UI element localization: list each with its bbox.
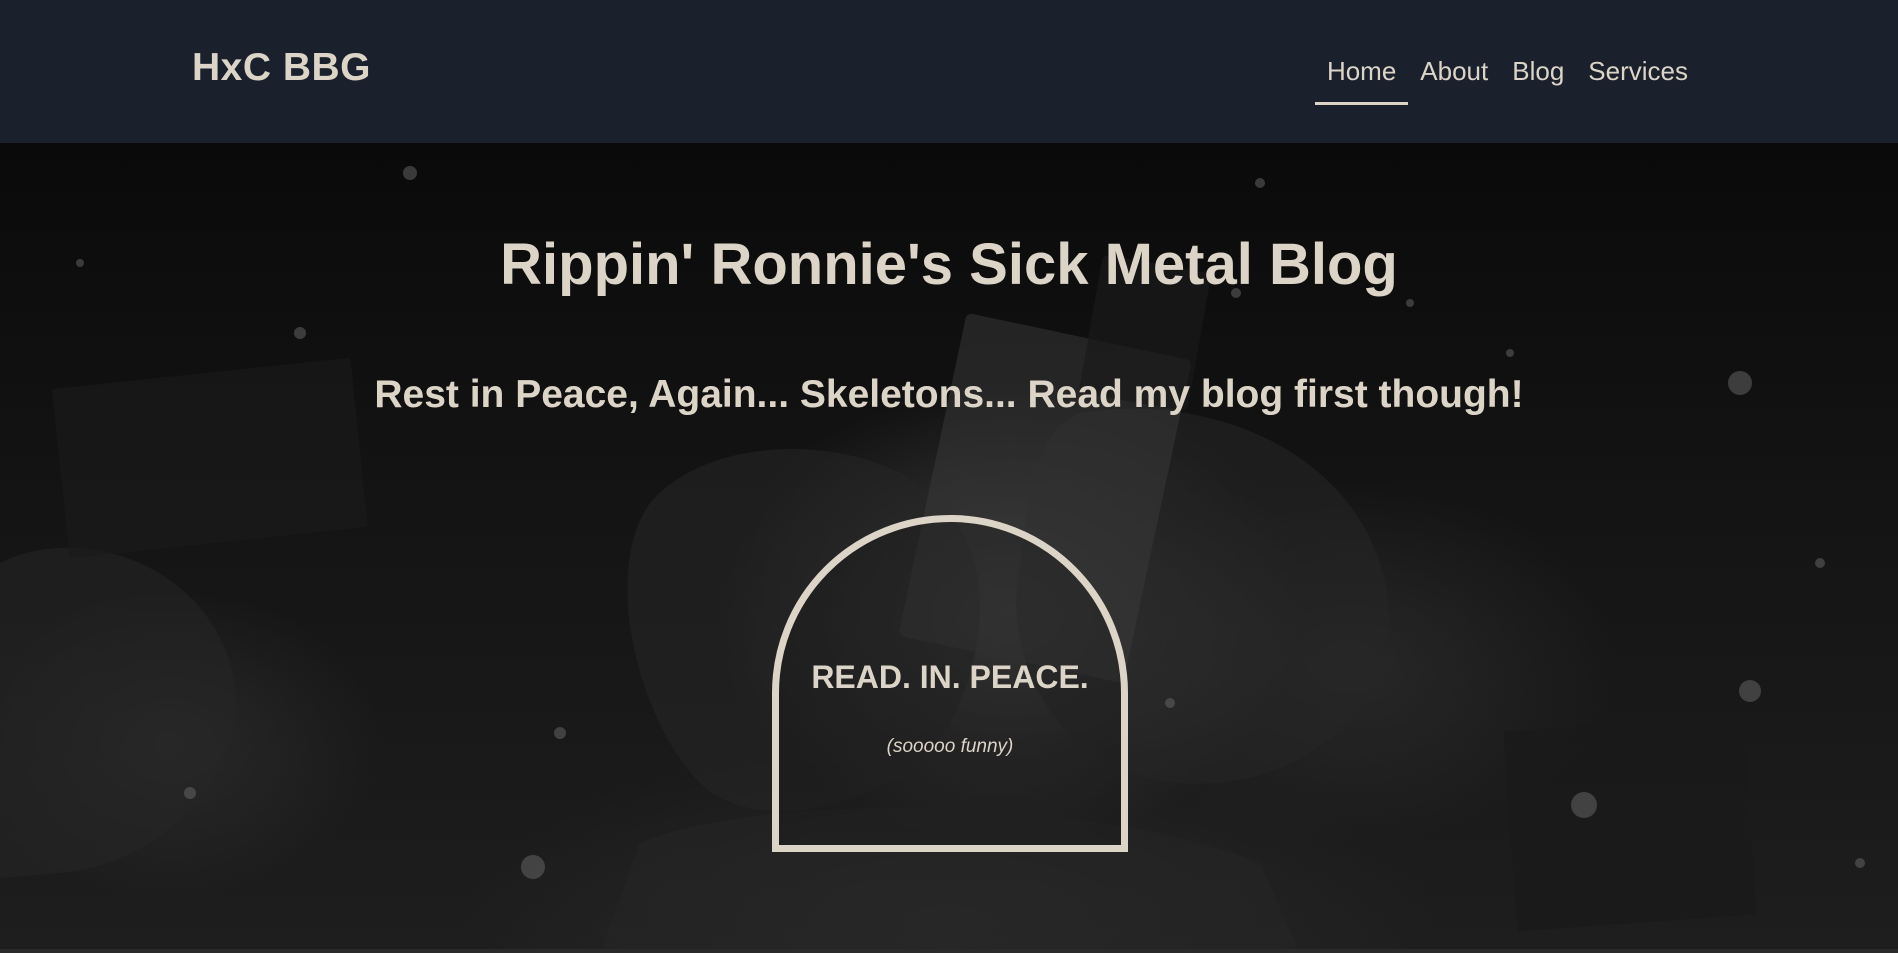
nav-link-about[interactable]: About (1408, 50, 1500, 105)
page-title: Rippin' Ronnie's Sick Metal Blog (500, 232, 1398, 297)
hero-section: Rippin' Ronnie's Sick Metal Blog Rest in… (0, 143, 1898, 953)
nav-link-home[interactable]: Home (1314, 50, 1409, 105)
page-bottom-edge (0, 949, 1898, 953)
tombstone-read-button[interactable]: READ. IN. PEACE. (sooooo funny) (772, 515, 1128, 852)
tombstone-note-text: (sooooo funny) (886, 736, 1014, 757)
nav-link-blog[interactable]: Blog (1500, 50, 1576, 105)
brand-logo-text[interactable]: HxC BBG (192, 46, 371, 90)
nav-link-services[interactable]: Services (1576, 50, 1700, 105)
main-nav: Home About Blog Services (1314, 50, 1700, 105)
page-subtitle: Rest in Peace, Again... Skeletons... Rea… (374, 373, 1524, 416)
tombstone-main-text: READ. IN. PEACE. (811, 659, 1089, 695)
top-navbar: HxC BBG Home About Blog Services (0, 0, 1898, 143)
